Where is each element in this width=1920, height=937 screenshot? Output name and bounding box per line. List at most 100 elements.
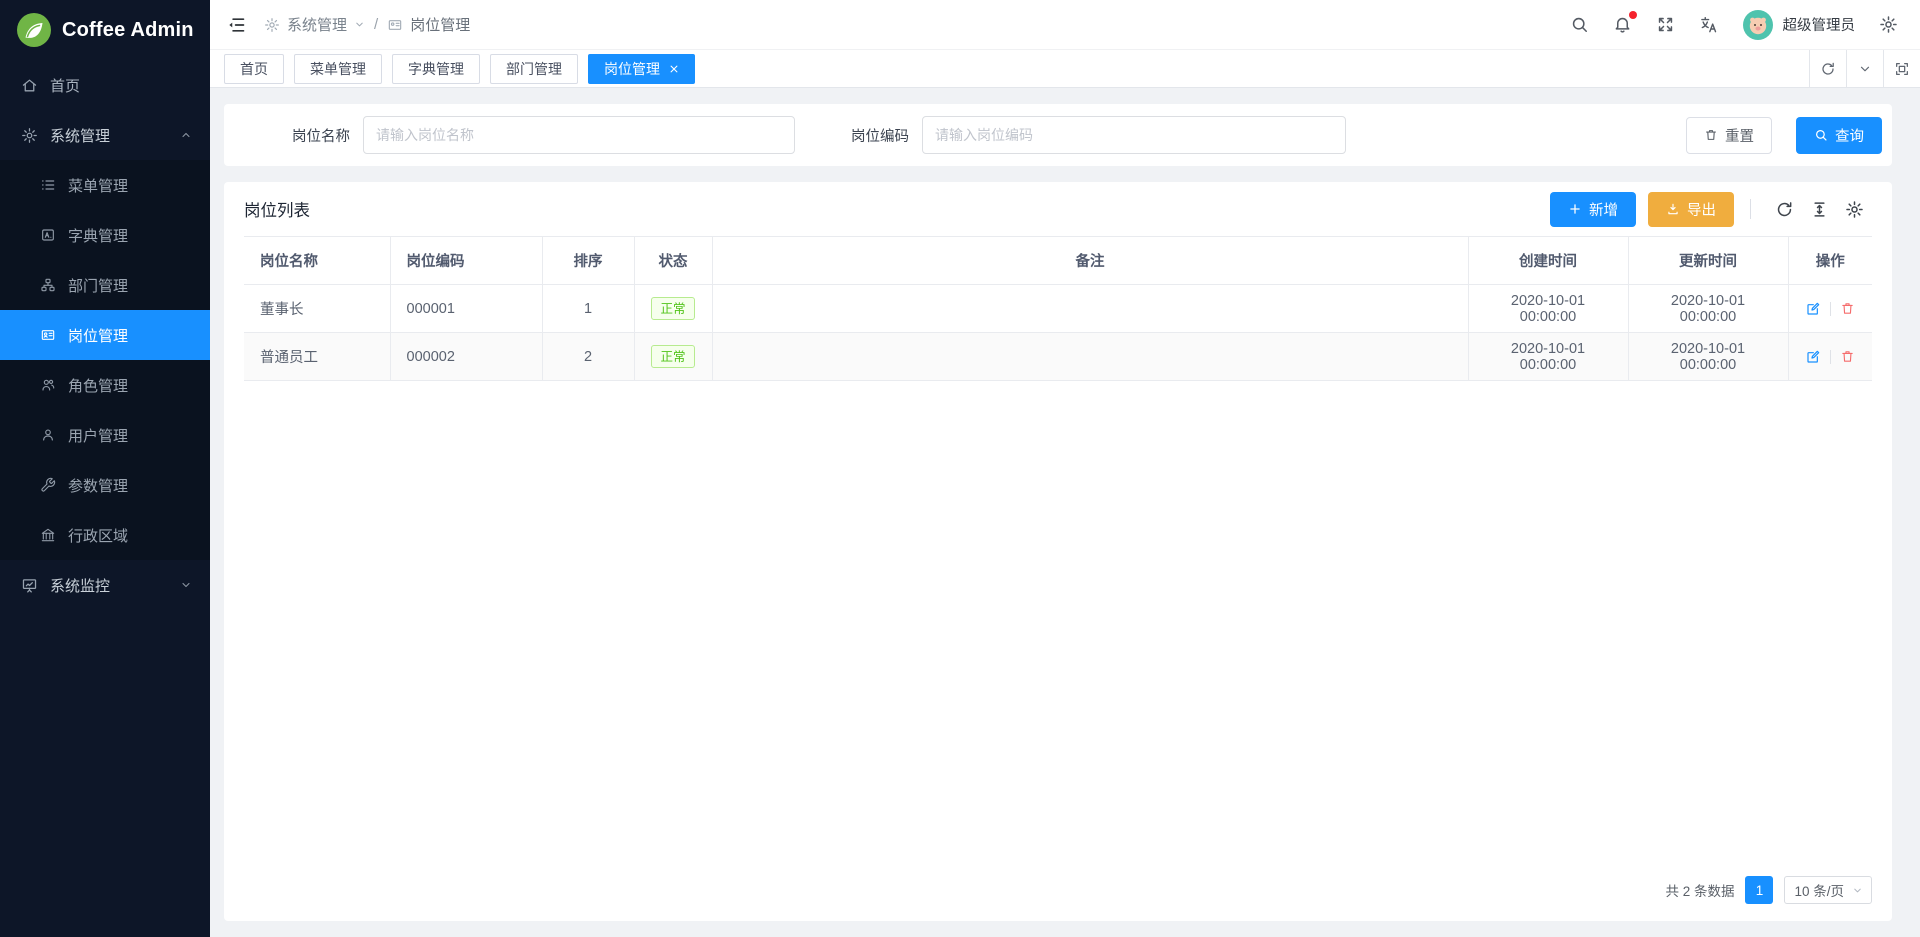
cell-update-time: 2020-10-01 00:00:00 bbox=[1628, 333, 1788, 381]
pagination: 共 2 条数据 1 10 条/页 bbox=[244, 859, 1872, 921]
card-title: 岗位列表 bbox=[244, 197, 310, 221]
page-button-1[interactable]: 1 bbox=[1745, 876, 1773, 904]
sidebar-submenu-system: 菜单管理 字典管理 部门管理 岗位管理 bbox=[0, 160, 210, 560]
page-size-select[interactable]: 10 条/页 bbox=[1784, 876, 1872, 904]
cell-update-time: 2020-10-01 00:00:00 bbox=[1628, 285, 1788, 333]
sidebar-item-dept-mgmt[interactable]: 部门管理 bbox=[0, 260, 210, 310]
page-content: 岗位名称 岗位编码 重置 查询 bbox=[210, 88, 1920, 937]
sidebar-item-system[interactable]: 系统管理 bbox=[0, 110, 210, 160]
delete-icon[interactable] bbox=[1840, 349, 1855, 364]
gear-icon[interactable] bbox=[1879, 15, 1898, 34]
tabs-bar: 首页 菜单管理 字典管理 部门管理 岗位管理 bbox=[210, 50, 1920, 88]
sidebar-item-label: 参数管理 bbox=[68, 475, 192, 496]
post-list-card: 岗位列表 新增 导出 bbox=[224, 182, 1892, 921]
sidebar-item-menu-mgmt[interactable]: 菜单管理 bbox=[0, 160, 210, 210]
tab-home[interactable]: 首页 bbox=[224, 54, 284, 84]
breadcrumb: 系统管理 / 岗位管理 bbox=[264, 14, 470, 35]
sidebar-item-home[interactable]: 首页 bbox=[0, 60, 210, 110]
sidebar-item-label: 部门管理 bbox=[68, 275, 192, 296]
status-badge: 正常 bbox=[651, 345, 694, 369]
column-header: 创建时间 bbox=[1468, 237, 1628, 285]
export-button[interactable]: 导出 bbox=[1648, 192, 1734, 227]
add-button[interactable]: 新增 bbox=[1550, 192, 1636, 227]
table-toolbar: 新增 导出 bbox=[1550, 192, 1872, 227]
sidebar-item-region[interactable]: 行政区域 bbox=[0, 510, 210, 560]
action-divider bbox=[1830, 350, 1831, 364]
tab-dept-mgmt[interactable]: 部门管理 bbox=[490, 54, 578, 84]
sidebar-collapse-icon[interactable] bbox=[226, 15, 246, 35]
user-icon bbox=[40, 427, 56, 443]
refresh-icon[interactable] bbox=[1809, 50, 1846, 87]
sidebar-item-param-mgmt[interactable]: 参数管理 bbox=[0, 460, 210, 510]
delete-icon[interactable] bbox=[1840, 301, 1855, 316]
close-icon[interactable] bbox=[669, 64, 679, 74]
table-row: 董事长 000001 1 正常 2020-10-01 00:00:00 2020… bbox=[244, 285, 1872, 333]
translate-icon[interactable] bbox=[1699, 15, 1719, 35]
sidebar-item-dict-mgmt[interactable]: 字典管理 bbox=[0, 210, 210, 260]
tab-post-mgmt[interactable]: 岗位管理 bbox=[588, 54, 695, 84]
sidebar-item-label: 角色管理 bbox=[68, 375, 192, 396]
id-card-icon bbox=[387, 17, 403, 33]
chevron-down-icon bbox=[354, 19, 365, 30]
tab-label: 字典管理 bbox=[408, 59, 464, 79]
sidebar-item-user-mgmt[interactable]: 用户管理 bbox=[0, 410, 210, 460]
action-divider bbox=[1830, 302, 1831, 316]
sidebar-item-label: 首页 bbox=[50, 75, 192, 96]
cell-status: 正常 bbox=[634, 333, 712, 381]
wrench-icon bbox=[40, 477, 56, 493]
app-logo[interactable]: Coffee Admin bbox=[0, 0, 210, 60]
gear-icon bbox=[264, 17, 280, 33]
sidebar-item-label: 系统管理 bbox=[50, 125, 180, 146]
gear-icon[interactable] bbox=[1837, 200, 1872, 219]
spring-leaf-icon bbox=[17, 13, 51, 47]
gear-icon bbox=[21, 127, 38, 144]
table-header-row: 岗位名称 岗位编码 排序 状态 备注 创建时间 更新时间 操作 bbox=[244, 237, 1872, 285]
column-header: 更新时间 bbox=[1628, 237, 1788, 285]
reset-button[interactable]: 重置 bbox=[1686, 117, 1772, 154]
breadcrumb-current: 岗位管理 bbox=[410, 14, 470, 35]
post-code-input[interactable] bbox=[922, 116, 1346, 154]
app-title: Coffee Admin bbox=[62, 19, 194, 42]
column-header: 状态 bbox=[634, 237, 712, 285]
cell-actions bbox=[1788, 285, 1872, 333]
query-label: 查询 bbox=[1835, 125, 1864, 146]
cell-remark bbox=[712, 333, 1468, 381]
query-button[interactable]: 查询 bbox=[1796, 117, 1882, 154]
list-icon bbox=[40, 177, 56, 193]
chevron-down-icon[interactable] bbox=[1846, 50, 1883, 87]
column-height-icon[interactable] bbox=[1802, 200, 1837, 219]
fullscreen-icon[interactable] bbox=[1656, 15, 1675, 34]
search-form-card: 岗位名称 岗位编码 重置 查询 bbox=[224, 104, 1892, 166]
edit-icon[interactable] bbox=[1805, 349, 1821, 365]
breadcrumb-parent[interactable]: 系统管理 bbox=[287, 14, 347, 35]
tab-dict-mgmt[interactable]: 字典管理 bbox=[392, 54, 480, 84]
post-name-input[interactable] bbox=[363, 116, 795, 154]
cell-sort: 1 bbox=[542, 285, 634, 333]
bell-icon[interactable] bbox=[1613, 15, 1632, 34]
plus-icon bbox=[1568, 202, 1582, 216]
cell-post-code: 000001 bbox=[390, 285, 542, 333]
column-header: 备注 bbox=[712, 237, 1468, 285]
user-menu[interactable]: 超级管理员 bbox=[1743, 10, 1856, 40]
edit-icon[interactable] bbox=[1805, 301, 1821, 317]
export-label: 导出 bbox=[1687, 199, 1716, 220]
form-item-post-name: 岗位名称 bbox=[292, 116, 795, 154]
sidebar-item-role-mgmt[interactable]: 角色管理 bbox=[0, 360, 210, 410]
sidebar-item-label: 字典管理 bbox=[68, 225, 192, 246]
search-icon[interactable] bbox=[1570, 15, 1589, 34]
sidebar-item-label: 菜单管理 bbox=[68, 175, 192, 196]
refresh-icon[interactable] bbox=[1767, 200, 1802, 219]
roles-icon bbox=[40, 377, 56, 393]
status-badge: 正常 bbox=[651, 297, 694, 321]
sidebar-item-label: 行政区域 bbox=[68, 525, 192, 546]
card-header: 岗位列表 新增 导出 bbox=[244, 182, 1872, 236]
page-size-value: 10 条/页 bbox=[1794, 880, 1844, 900]
cell-sort: 2 bbox=[542, 333, 634, 381]
tab-menu-mgmt[interactable]: 菜单管理 bbox=[294, 54, 382, 84]
search-icon bbox=[1814, 128, 1828, 142]
maximize-icon[interactable] bbox=[1883, 50, 1920, 87]
sidebar-item-monitor[interactable]: 系统监控 bbox=[0, 560, 210, 610]
sidebar-item-post-mgmt[interactable]: 岗位管理 bbox=[0, 310, 210, 360]
download-icon bbox=[1666, 202, 1680, 216]
org-tree-icon bbox=[40, 277, 56, 293]
